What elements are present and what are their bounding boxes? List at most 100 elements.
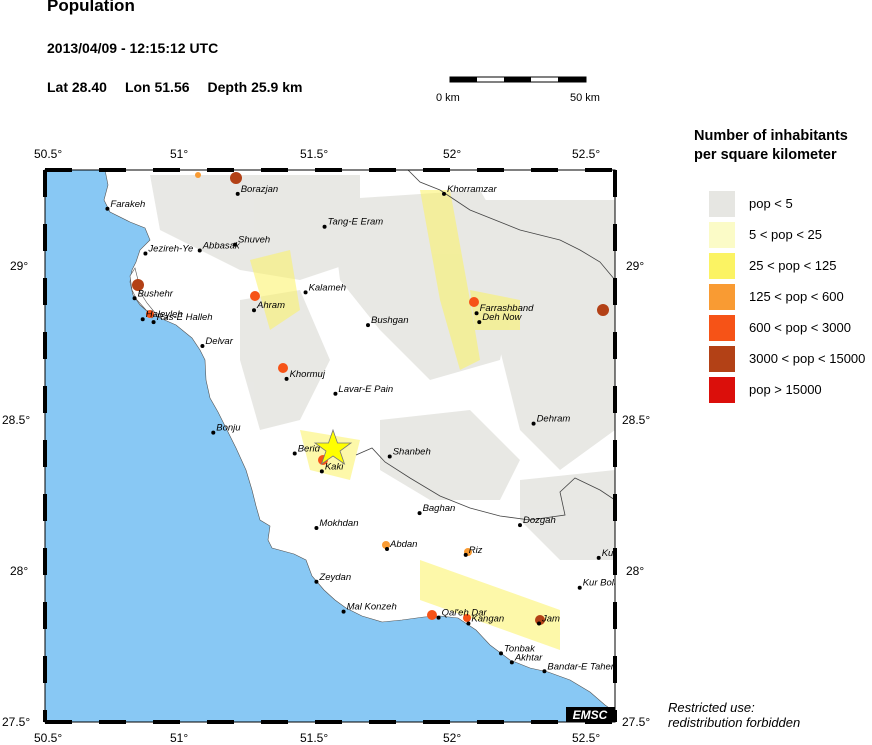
legend-item: 600 < pop < 3000 xyxy=(709,315,869,341)
frame-tick xyxy=(43,332,47,359)
city-marker xyxy=(385,546,389,551)
legend-label: 5 < pop < 25 xyxy=(749,227,823,242)
legend-item: 3000 < pop < 15000 xyxy=(709,346,869,372)
city-marker xyxy=(537,621,541,626)
city-label: Dehram xyxy=(537,414,571,425)
city-marker xyxy=(211,430,216,435)
scale-bar xyxy=(449,76,587,83)
top-tick-label: 52.5° xyxy=(572,147,600,161)
city-label: Abdan xyxy=(389,539,417,550)
legend-label: 125 < pop < 600 xyxy=(749,289,844,304)
city-label: Deh Now xyxy=(482,312,522,323)
legend-title-line2: per square kilometer xyxy=(694,147,837,163)
frame-tick xyxy=(423,720,450,724)
bottom-tick-label: 52.5° xyxy=(572,731,600,745)
frame-tick xyxy=(531,168,558,172)
city-label: Bonju xyxy=(216,423,241,434)
city-marker xyxy=(463,552,468,557)
frame-tick xyxy=(613,548,617,575)
city-label: Khormuj xyxy=(290,369,326,380)
frame-tick xyxy=(43,656,47,683)
city-label: Kur Bolagh xyxy=(583,578,630,589)
city-marker xyxy=(474,311,479,316)
city-marker xyxy=(499,651,503,656)
top-tick-label: 51° xyxy=(170,147,188,161)
city-label: Lavar-E Pain xyxy=(338,384,393,395)
city-marker xyxy=(531,421,536,426)
city-marker xyxy=(387,454,392,459)
frame-tick xyxy=(369,720,396,724)
frame-tick xyxy=(43,494,47,521)
restricted-notice: Restricted use: redistribution forbidden xyxy=(668,700,800,730)
legend-item: 5 < pop < 25 xyxy=(709,222,869,248)
city-label: Shanbeh xyxy=(393,446,431,457)
bottom-tick-label: 51° xyxy=(170,731,188,745)
right-tick-label: 29° xyxy=(626,259,644,273)
population-map: Borazjan Farakeh Khorramzar Tang-E Eram Jezi… xyxy=(2,76,650,745)
right-tick-label: 28° xyxy=(626,564,644,578)
frame-tick xyxy=(99,720,126,724)
legend-label: pop < 5 xyxy=(749,196,793,211)
city-label: Delvar xyxy=(205,336,233,347)
city-label: Mal Konzeh xyxy=(347,602,397,613)
frame-tick xyxy=(261,720,288,724)
frame-tick xyxy=(45,720,72,724)
legend-item: pop > 15000 xyxy=(709,377,869,403)
city-marker xyxy=(366,323,370,328)
city-label: Akhtar xyxy=(514,652,543,663)
city-label: Zeydan xyxy=(318,572,351,583)
city-label: Khorramzar xyxy=(447,184,497,195)
city-marker xyxy=(319,469,324,474)
legend-label: pop > 15000 xyxy=(749,382,822,397)
city-label: Riz xyxy=(469,545,483,556)
frame-tick xyxy=(153,168,180,172)
city-label: Ahram xyxy=(256,300,285,311)
city-label: Baghan xyxy=(423,503,456,514)
city-marker xyxy=(132,296,137,301)
legend-swatch xyxy=(709,253,735,279)
frame-tick xyxy=(207,720,234,724)
city-marker xyxy=(314,579,319,584)
city-label: Ras-E Halleh xyxy=(157,312,213,323)
city-marker xyxy=(341,609,346,614)
city-marker xyxy=(436,615,441,620)
frame-tick xyxy=(613,224,617,251)
frame-tick xyxy=(613,440,617,467)
city-label: Kurdeh xyxy=(602,548,633,559)
city-marker xyxy=(151,320,156,325)
frame-tick xyxy=(315,720,342,724)
frame-tick xyxy=(531,720,558,724)
legend-label: 600 < pop < 3000 xyxy=(749,320,851,335)
city-marker xyxy=(477,320,482,325)
legend-item: pop < 5 xyxy=(709,191,869,217)
city-marker xyxy=(596,555,601,560)
city-marker xyxy=(284,376,289,381)
city-marker xyxy=(542,669,547,674)
svg-text:EMSC: EMSC xyxy=(573,708,608,722)
city-marker xyxy=(442,191,446,196)
legend-item: 25 < pop < 125 xyxy=(709,253,869,279)
frame-tick xyxy=(369,168,396,172)
legend-swatch xyxy=(709,222,735,248)
left-tick-label: 28° xyxy=(10,564,28,578)
legend-label: 25 < pop < 125 xyxy=(749,258,837,273)
frame-tick xyxy=(613,386,617,413)
frame-tick xyxy=(613,278,617,305)
city-marker xyxy=(303,290,308,295)
city-marker xyxy=(252,308,256,313)
frame-tick xyxy=(613,494,617,521)
frame-tick xyxy=(613,602,617,629)
city-marker xyxy=(314,526,319,531)
frame-tick xyxy=(99,168,126,172)
restricted-line1: Restricted use: xyxy=(668,700,755,715)
city-marker xyxy=(577,585,582,590)
frame-tick xyxy=(477,168,504,172)
frame-tick xyxy=(43,224,47,251)
city-marker xyxy=(292,451,297,456)
city-label: Berid xyxy=(298,443,321,454)
city-marker xyxy=(322,224,327,229)
legend-swatch xyxy=(709,377,735,403)
frame-tick xyxy=(153,720,180,724)
frame-tick xyxy=(477,720,504,724)
city-marker xyxy=(200,344,205,349)
